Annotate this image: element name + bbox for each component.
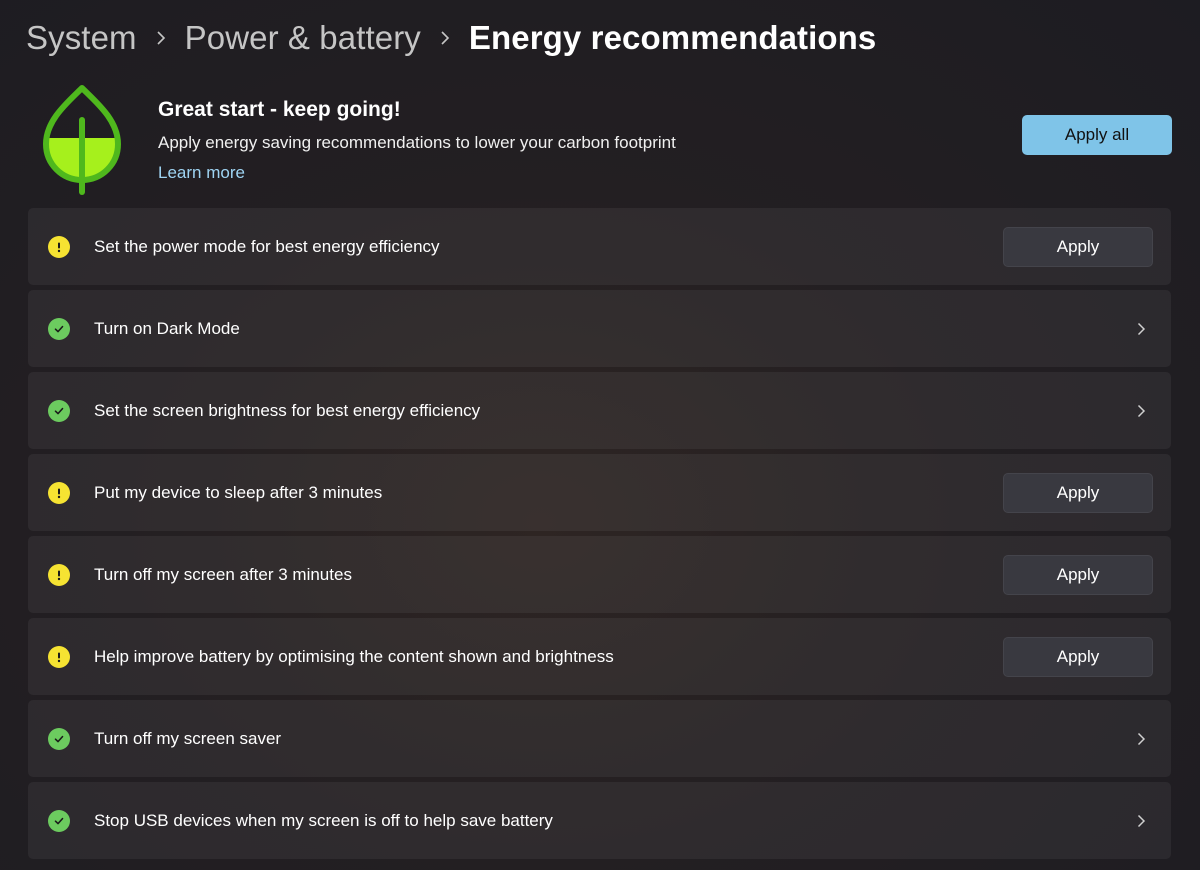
chevron-right-icon [137, 31, 185, 45]
learn-more-link[interactable]: Learn more [158, 163, 245, 183]
recommendation-label: Help improve battery by optimising the c… [94, 646, 614, 666]
recommendations-list: Set the power mode for best energy effic… [28, 208, 1171, 864]
warning-icon [48, 645, 70, 668]
chevron-right-icon [421, 31, 469, 45]
recommendation-label: Turn on Dark Mode [94, 318, 240, 338]
breadcrumb-system[interactable]: System [26, 16, 137, 60]
warning-icon [48, 481, 70, 504]
recommendation-label: Set the screen brightness for best energ… [94, 400, 481, 420]
warning-icon [48, 235, 70, 258]
breadcrumb-power-battery[interactable]: Power & battery [185, 16, 421, 60]
breadcrumb: System Power & battery Energy recommenda… [26, 16, 876, 60]
checkmark-icon [48, 399, 70, 422]
recommendation-label: Turn off my screen saver [94, 728, 282, 748]
leaf-icon [43, 85, 121, 195]
apply-button[interactable]: Apply [1003, 472, 1153, 513]
chevron-right-icon[interactable] [1134, 322, 1148, 336]
apply-button[interactable]: Apply [1003, 226, 1153, 267]
recommendation-item[interactable]: Stop USB devices when my screen is off t… [28, 782, 1171, 859]
chevron-right-icon[interactable] [1134, 814, 1148, 828]
warning-icon [48, 563, 70, 586]
recommendation-label: Put my device to sleep after 3 minutes [94, 482, 383, 502]
page-title: Energy recommendations [468, 19, 877, 56]
recommendation-item: Set the power mode for best energy effic… [28, 208, 1171, 285]
hero-banner: Great start - keep going! Apply energy s… [0, 76, 1200, 201]
recommendation-item[interactable]: Set the screen brightness for best energ… [28, 372, 1171, 449]
recommendation-item: Put my device to sleep after 3 minutes A… [28, 454, 1171, 531]
recommendation-item: Turn off my screen after 3 minutes Apply [28, 536, 1171, 613]
recommendation-label: Set the power mode for best energy effic… [94, 236, 440, 256]
chevron-right-icon[interactable] [1134, 732, 1148, 746]
recommendation-item: Help improve battery by optimising the c… [28, 618, 1171, 695]
recommendation-item[interactable]: Turn on Dark Mode [28, 290, 1171, 367]
recommendation-label: Stop USB devices when my screen is off t… [94, 810, 553, 830]
recommendation-label: Turn off my screen after 3 minutes [94, 564, 352, 584]
recommendation-item[interactable]: Turn off my screen saver [28, 700, 1171, 777]
checkmark-icon [48, 727, 70, 750]
checkmark-icon [48, 809, 70, 832]
checkmark-icon [48, 317, 70, 340]
apply-all-button[interactable]: Apply all [1022, 115, 1172, 155]
chevron-right-icon[interactable] [1134, 404, 1148, 418]
hero-title: Great start - keep going! [158, 98, 401, 121]
apply-button[interactable]: Apply [1003, 636, 1153, 677]
hero-description: Apply energy saving recommendations to l… [158, 133, 676, 152]
apply-button[interactable]: Apply [1003, 554, 1153, 595]
